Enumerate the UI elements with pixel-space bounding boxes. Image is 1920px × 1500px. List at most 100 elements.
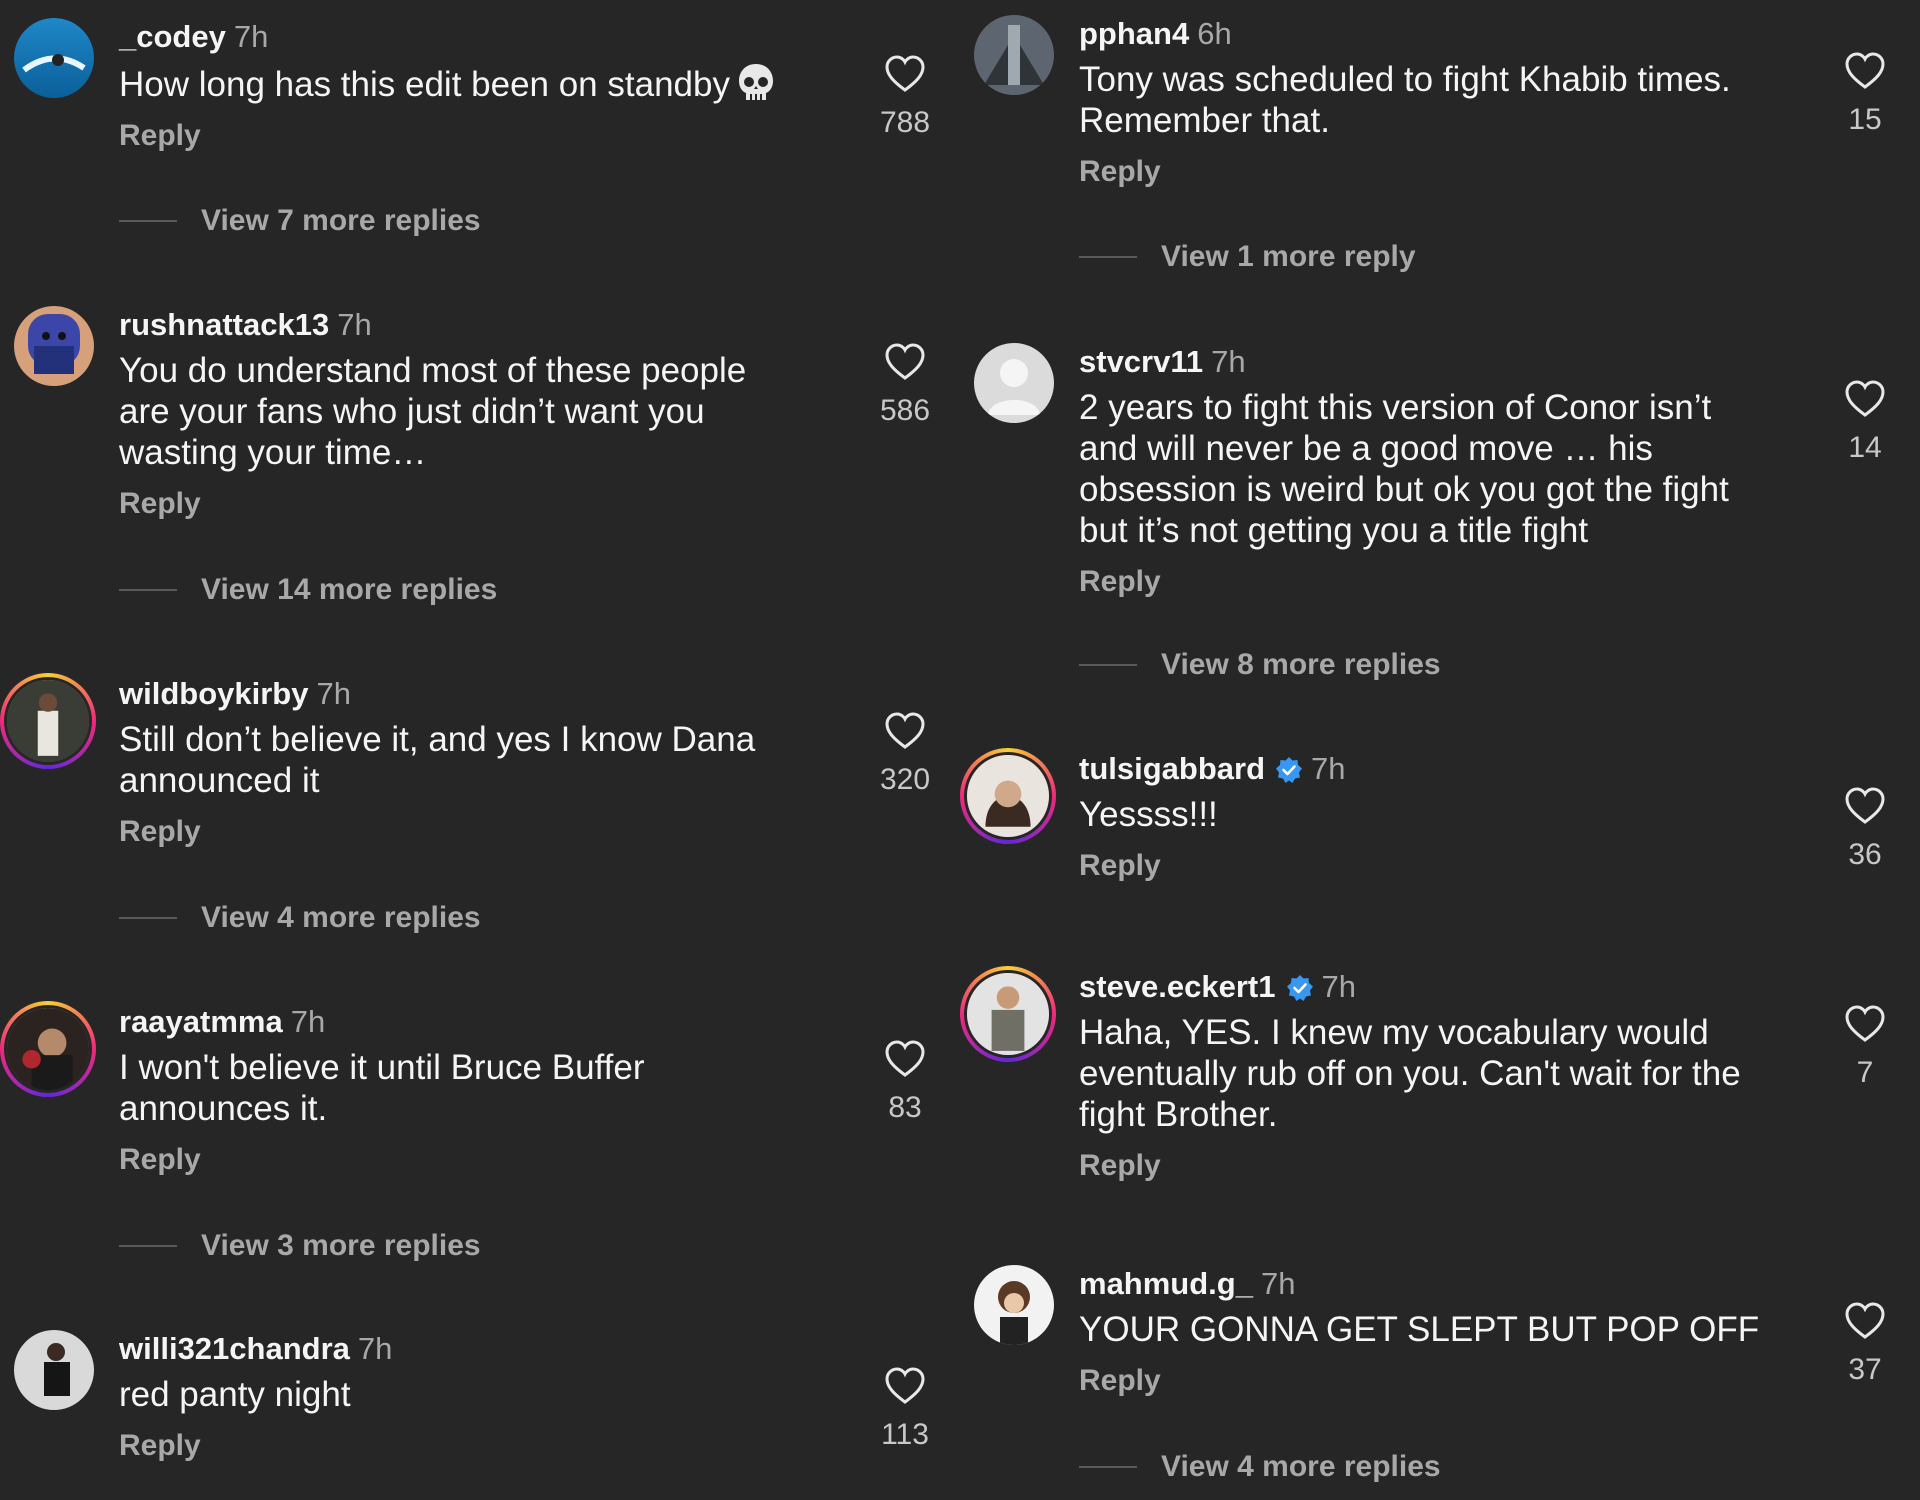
avatar[interactable]	[974, 343, 1054, 423]
view-more-label: View 1 more reply	[1161, 240, 1416, 273]
reply-button[interactable]: Reply	[119, 1429, 201, 1463]
view-more-label: View 8 more replies	[1161, 648, 1441, 681]
reply-button[interactable]: Reply	[119, 1143, 201, 1177]
heart-icon[interactable]	[884, 1039, 926, 1079]
heart-icon[interactable]	[1844, 51, 1886, 91]
like-count: 320	[879, 763, 931, 796]
avatar[interactable]	[960, 748, 1056, 844]
like-control: 37	[1820, 1301, 1910, 1387]
comment-username[interactable]: stvcrv11	[1079, 344, 1203, 379]
comment-username[interactable]: raayatmma	[119, 1004, 283, 1039]
comment-text: Yessss!!!	[1079, 795, 1218, 834]
view-more-replies[interactable]: View 14 more replies	[119, 573, 497, 607]
reply-button[interactable]: Reply	[1079, 849, 1161, 883]
avatar[interactable]	[14, 306, 94, 386]
like-control: 15	[1820, 51, 1910, 137]
comment-username[interactable]: rushnattack13	[119, 307, 329, 342]
view-more-label: View 14 more replies	[201, 573, 498, 606]
verified-badge-icon	[1286, 975, 1313, 1001]
comment-text: 2 years to fight this version of Conor i…	[1079, 388, 1729, 550]
comment-time: 7h	[337, 307, 372, 342]
comment-text: red panty night	[119, 1375, 351, 1414]
avatar[interactable]	[0, 673, 96, 769]
comments-column-left: _codey 7h How long has this edit been on …	[0, 0, 960, 1500]
like-control: 320	[860, 711, 950, 797]
like-control: 83	[860, 1039, 950, 1125]
comment-text: How long has this edit been on standby	[119, 62, 819, 105]
view-more-replies[interactable]: View 4 more replies	[1079, 1450, 1441, 1484]
like-count: 36	[1848, 838, 1882, 871]
view-more-replies[interactable]: View 3 more replies	[119, 1229, 481, 1263]
comment-text: YOUR GONNA GET SLEPT BUT POP OFF	[1079, 1310, 1760, 1349]
like-count: 7	[1856, 1056, 1874, 1089]
comment-username[interactable]: _codey	[119, 19, 226, 54]
avatar[interactable]	[14, 18, 94, 98]
reply-button[interactable]: Reply	[1079, 1364, 1161, 1398]
comment-time: 7h	[357, 1331, 393, 1366]
reply-button[interactable]: Reply	[119, 815, 201, 849]
avatar[interactable]	[0, 1001, 96, 1097]
like-control: 36	[1820, 786, 1910, 872]
heart-icon[interactable]	[884, 1366, 926, 1406]
divider-line	[119, 589, 177, 591]
like-count: 37	[1848, 1353, 1882, 1386]
heart-icon[interactable]	[1844, 1301, 1886, 1341]
like-count: 83	[888, 1091, 922, 1124]
comment-username[interactable]: tulsigabbard	[1079, 751, 1265, 786]
avatar[interactable]	[14, 1330, 94, 1410]
divider-line	[119, 220, 177, 222]
skull-icon	[738, 64, 773, 100]
like-control: 586	[860, 342, 950, 428]
reply-button[interactable]: Reply	[1079, 1149, 1161, 1183]
like-count: 15	[1848, 103, 1882, 136]
heart-icon[interactable]	[884, 54, 926, 94]
comment-text: Haha, YES. I knew my vocabulary would ev…	[1079, 1013, 1741, 1134]
view-more-label: View 4 more replies	[201, 901, 481, 934]
like-count: 14	[1848, 431, 1882, 464]
comment-time: 7h	[1211, 344, 1246, 379]
heart-icon[interactable]	[884, 711, 926, 751]
view-more-label: View 3 more replies	[201, 1229, 481, 1262]
comment-username[interactable]: willi321chandra	[119, 1331, 350, 1366]
divider-line	[1079, 1466, 1137, 1468]
heart-icon[interactable]	[1844, 379, 1886, 419]
comment-time: 7h	[233, 19, 269, 54]
avatar[interactable]	[974, 15, 1054, 95]
comment-time: 7h	[316, 676, 351, 711]
comment-text: Still don’t believe it, and yes I know D…	[119, 720, 756, 800]
like-control: 7	[1820, 1004, 1910, 1090]
like-count: 113	[881, 1418, 929, 1451]
divider-line	[1079, 664, 1137, 666]
divider-line	[1079, 256, 1137, 258]
heart-icon[interactable]	[1844, 1004, 1886, 1044]
comment-username[interactable]: wildboykirby	[119, 676, 308, 711]
comment-username[interactable]: pphan4	[1079, 16, 1189, 51]
view-more-replies[interactable]: View 4 more replies	[119, 901, 481, 935]
view-more-label: View 4 more replies	[1161, 1450, 1441, 1483]
reply-button[interactable]: Reply	[1079, 155, 1161, 189]
reply-button[interactable]: Reply	[119, 487, 201, 521]
heart-icon[interactable]	[1844, 786, 1886, 826]
comment-text: Tony was scheduled to fight Khabib times…	[1079, 60, 1731, 140]
like-control: 788	[860, 54, 950, 140]
reply-button[interactable]: Reply	[1079, 565, 1161, 599]
comment-time: 7h	[290, 1004, 326, 1039]
comment-time: 7h	[1260, 1266, 1296, 1301]
avatar[interactable]	[974, 1265, 1054, 1345]
like-count: 788	[879, 106, 931, 139]
comment-username[interactable]: mahmud.g_	[1079, 1266, 1253, 1301]
view-more-replies[interactable]: View 8 more replies	[1079, 648, 1441, 682]
like-control: 14	[1820, 379, 1910, 465]
view-more-replies[interactable]: View 1 more reply	[1079, 240, 1416, 274]
heart-icon[interactable]	[884, 342, 926, 382]
verified-badge-icon	[1276, 757, 1303, 783]
view-more-label: View 7 more replies	[201, 204, 481, 237]
comments-column-right: pphan4 6h Tony was scheduled to fight Kha…	[960, 0, 1920, 1500]
avatar[interactable]	[960, 966, 1056, 1062]
divider-line	[119, 917, 177, 919]
comment-text: You do understand most of these people a…	[119, 351, 747, 472]
reply-button[interactable]: Reply	[119, 119, 201, 153]
view-more-replies[interactable]: View 7 more replies	[119, 204, 481, 238]
comment-username[interactable]: steve.eckert1	[1079, 969, 1276, 1004]
comment-text: I won't believe it until Bruce Buffer an…	[119, 1048, 645, 1128]
